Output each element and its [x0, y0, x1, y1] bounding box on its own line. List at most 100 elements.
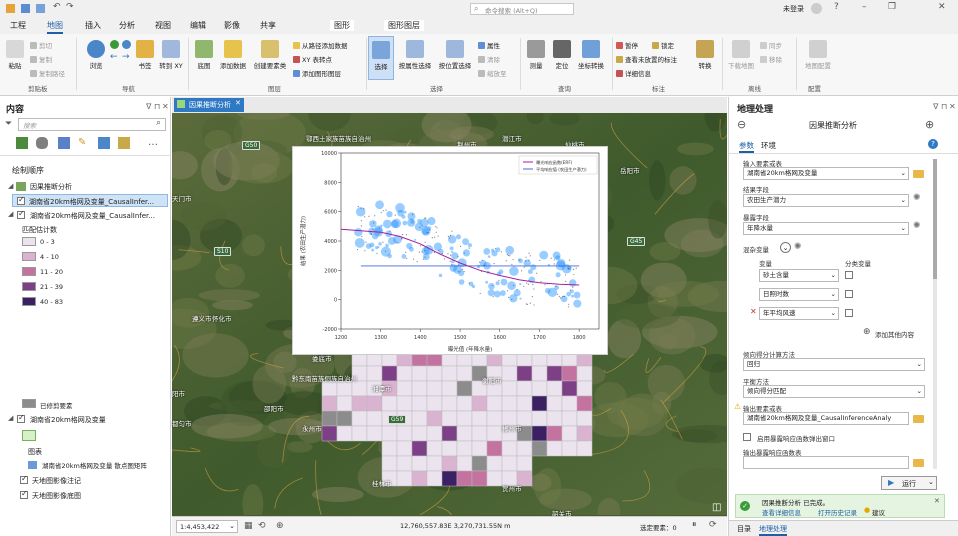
grid-cell[interactable]	[576, 395, 593, 412]
remove-row-icon[interactable]: ✕	[750, 307, 757, 316]
grid-cell[interactable]	[561, 395, 578, 412]
refresh-icon[interactable]: ⟳	[709, 520, 717, 530]
folder-icon[interactable]	[6, 4, 15, 13]
filter-icon[interactable]: ⏷	[5, 119, 12, 129]
grid-icon[interactable]: ▦	[244, 521, 253, 531]
tab-imagery[interactable]: 影像	[224, 20, 240, 31]
snap-icon[interactable]: ⊕	[276, 521, 284, 531]
bookmarks-button[interactable]: 书签	[132, 40, 158, 70]
grid-cell[interactable]	[381, 365, 398, 382]
grid-cell[interactable]	[441, 455, 458, 472]
grid-cell[interactable]	[516, 365, 533, 382]
explore-button[interactable]: 浏览	[80, 40, 112, 70]
map-config-button[interactable]: 地图配置	[800, 40, 836, 70]
grid-cell[interactable]	[441, 380, 458, 397]
clear-selection-button[interactable]: 清除	[478, 54, 500, 64]
grid-cell[interactable]	[471, 455, 488, 472]
new-icon[interactable]	[36, 4, 45, 13]
grid-cell[interactable]	[441, 470, 458, 487]
enable-erf-checkbox[interactable]	[743, 433, 751, 441]
status-details-link[interactable]: 查看详细信息	[762, 507, 801, 517]
add-icon[interactable]: ⊕	[863, 327, 871, 337]
confounder-select-1[interactable]: 砂土含量 ⌄	[759, 269, 839, 282]
measure-button[interactable]: 测量	[522, 40, 550, 70]
grid-cell[interactable]	[366, 395, 383, 412]
contents-search[interactable]: 搜索 ⌕	[18, 118, 166, 131]
exposure-field-select[interactable]: 年降水量 ⌄	[743, 222, 909, 235]
close-icon[interactable]: ✕	[949, 102, 956, 111]
select-by-attributes-button[interactable]: 按属性选择	[395, 40, 435, 70]
sync-button[interactable]: 同步	[760, 40, 782, 50]
grid-cell[interactable]	[366, 365, 383, 382]
grid-cell[interactable]	[531, 365, 548, 382]
grid-cell[interactable]	[561, 380, 578, 397]
grid-cell[interactable]	[396, 380, 413, 397]
grid-cell[interactable]	[486, 425, 503, 442]
grid-cell[interactable]	[531, 440, 548, 457]
grid-cell[interactable]	[351, 425, 368, 442]
restore-icon[interactable]: ❐	[888, 2, 896, 12]
grid-cell[interactable]	[576, 410, 593, 427]
tab-catalog[interactable]: 目录	[737, 524, 751, 534]
grid-cell[interactable]	[546, 380, 563, 397]
tab-map[interactable]: 地图	[47, 20, 63, 34]
layer-item-grid[interactable]: ◢ 湖南省20km格网及变量	[8, 413, 168, 426]
snapping-icon[interactable]	[98, 137, 110, 149]
grid-cell[interactable]	[456, 410, 473, 427]
input-features-select[interactable]: 湖南省20km格网及变量 ⌄	[743, 167, 909, 180]
grid-cell[interactable]	[531, 425, 548, 442]
close-icon[interactable]: ✕	[934, 497, 940, 505]
grid-cell[interactable]	[456, 440, 473, 457]
grid-cell[interactable]	[321, 395, 338, 412]
status-history-link[interactable]: 打开历史记录	[818, 507, 857, 517]
copy-path-button[interactable]: 复制路径	[30, 68, 65, 78]
grid-cell[interactable]	[486, 455, 503, 472]
folder-icon[interactable]	[913, 415, 924, 423]
grid-cell[interactable]	[471, 470, 488, 487]
layer-item-causal-selected[interactable]: 湖南省20km格网及变量_CausalInfer...	[12, 194, 168, 207]
add-data-from-path-button[interactable]: 从路径添加数据	[293, 40, 348, 50]
grid-cell[interactable]	[471, 425, 488, 442]
grid-cell[interactable]	[486, 440, 503, 457]
tab-graphics-layer[interactable]: 图形图层	[384, 20, 424, 31]
grid-cell[interactable]	[396, 440, 413, 457]
grid-cell[interactable]	[471, 410, 488, 427]
edit-icon[interactable]: ✎	[78, 137, 86, 148]
grid-cell[interactable]	[456, 425, 473, 442]
grid-cell[interactable]	[411, 455, 428, 472]
grid-cell[interactable]	[351, 395, 368, 412]
add-icon[interactable]: ⊕	[925, 118, 934, 131]
convert-labels-button[interactable]: 转换	[692, 40, 718, 70]
grid-cell[interactable]	[546, 440, 563, 457]
search-icon[interactable]: ⌕	[156, 118, 161, 128]
tab-parameters[interactable]: 参数	[739, 140, 754, 153]
layer-visibility-checkbox[interactable]	[17, 209, 25, 219]
grid-cell[interactable]	[336, 395, 353, 412]
gear-icon[interactable]: ✺	[794, 242, 802, 252]
grid-cell[interactable]	[546, 425, 563, 442]
map-node[interactable]: ◢ 因果推断分析	[8, 181, 168, 193]
grid-cell[interactable]	[381, 395, 398, 412]
attributes-button[interactable]: 属性	[478, 40, 500, 50]
select-by-location-button[interactable]: 按位置选择	[435, 40, 475, 70]
grid-cell[interactable]	[501, 455, 518, 472]
grid-cell[interactable]	[456, 365, 473, 382]
tab-graphics[interactable]: 图形	[330, 20, 354, 31]
balance-select[interactable]: 倾向得分匹配 ⌄	[743, 385, 925, 398]
labeling-icon[interactable]	[118, 137, 130, 149]
grid-cell[interactable]	[576, 365, 593, 382]
grid-cell[interactable]	[381, 440, 398, 457]
grid-cell[interactable]	[456, 395, 473, 412]
add-data-button[interactable]: 添加数据	[218, 40, 248, 70]
lock-labels-button[interactable]: 锁定	[652, 40, 674, 50]
rotation-icon[interactable]: ⟲	[258, 521, 266, 531]
grid-cell[interactable]	[441, 365, 458, 382]
grid-cell[interactable]	[411, 380, 428, 397]
grid-cell[interactable]	[501, 440, 518, 457]
layer-item-causal[interactable]: ◢ 湖南省20km格网及变量_CausalInfer...	[8, 209, 168, 222]
copy-button[interactable]: 复制	[30, 54, 52, 64]
grid-cell[interactable]	[486, 395, 503, 412]
grid-cell[interactable]	[411, 395, 428, 412]
grid-cell[interactable]	[411, 470, 428, 487]
grid-cell[interactable]	[501, 365, 518, 382]
